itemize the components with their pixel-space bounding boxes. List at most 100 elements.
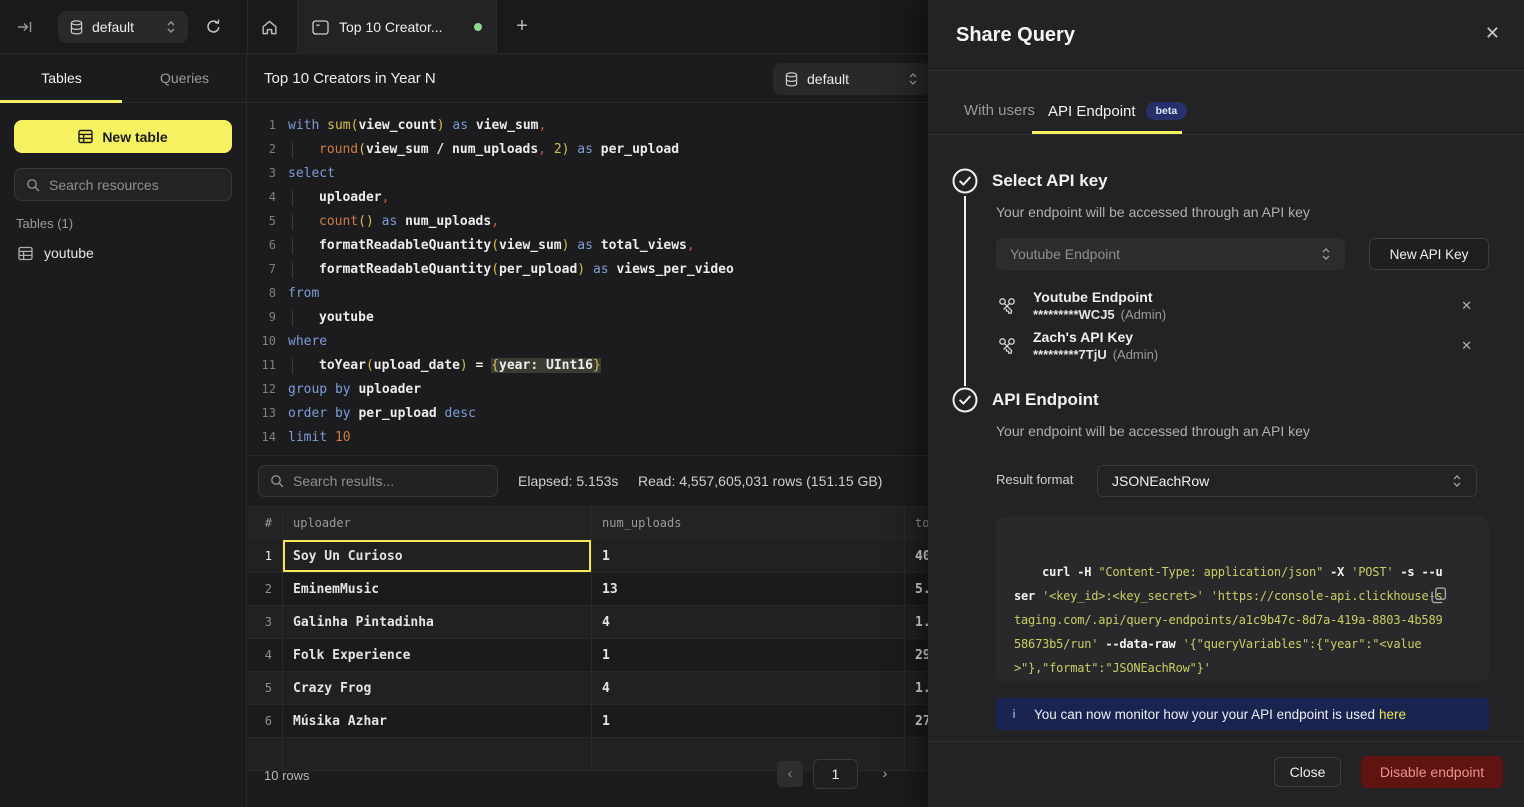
code-line[interactable]: 6formatReadableQuantity(view_sum) as tot… (248, 233, 928, 257)
tab-tables[interactable]: Tables (0, 54, 123, 102)
code-line[interactable]: 11toYear(upload_date) = {year: UInt16} (248, 353, 928, 377)
divider (928, 741, 1524, 742)
column-header[interactable]: uploader (283, 507, 592, 539)
code-line[interactable]: 8from (248, 281, 928, 305)
code-line[interactable]: 12group by uploader (248, 377, 928, 401)
code-line[interactable]: 1with sum(view_count) as view_sum, (248, 113, 928, 137)
table-cell[interactable]: 5.1 (905, 573, 928, 605)
remove-key-icon[interactable]: ✕ (1453, 334, 1480, 358)
table-cell[interactable]: 4 (248, 639, 283, 671)
tab-with-users[interactable]: With users (964, 102, 1035, 119)
table-cell[interactable]: 1 (592, 540, 905, 572)
code-text: uploader, (276, 190, 389, 205)
column-header[interactable]: num_uploads (592, 507, 905, 539)
column-header[interactable]: # (248, 507, 283, 539)
line-number: 10 (248, 334, 276, 348)
table-cell[interactable]: Músika Azhar (283, 705, 592, 737)
curl-command: curl -H "Content-Type: application/json"… (1014, 565, 1443, 675)
table-cell[interactable]: 274 (905, 705, 928, 737)
table-cell[interactable]: Folk Experience (283, 639, 592, 671)
code-token: uploader (351, 382, 421, 397)
results-search-input[interactable] (293, 473, 486, 489)
table-cell[interactable]: Galinha Pintadinha (283, 606, 592, 638)
table-cell[interactable]: Crazy Frog (283, 672, 592, 704)
table-cell[interactable]: 6 (248, 705, 283, 737)
table-header-row: #uploadernum_uploadstotal_views (248, 506, 928, 540)
new-api-key-button[interactable]: New API Key (1369, 238, 1489, 270)
code-token: ( (491, 238, 499, 253)
remove-key-icon[interactable]: ✕ (1453, 294, 1480, 318)
elapsed-stat: Elapsed: 5.153s (518, 473, 618, 489)
table-cell[interactable]: 13 (592, 573, 905, 605)
sidebar-item-youtube[interactable]: youtube (8, 238, 238, 268)
sql-editor[interactable]: 1with sum(view_count) as view_sum,2round… (248, 113, 928, 449)
table-cell[interactable]: 4 (592, 672, 905, 704)
tab-api-endpoint[interactable]: API Endpoint beta (1048, 102, 1187, 120)
active-tab-indicator (0, 100, 122, 103)
curl-token: "Content-Type: application/json" (1098, 565, 1323, 579)
key-info: Youtube Endpoint*********WCJ5(Admin) (1033, 288, 1166, 324)
code-token: per_upload (499, 262, 577, 277)
home-icon[interactable] (260, 18, 279, 37)
banner-link[interactable]: here (1379, 707, 1406, 722)
column-header[interactable]: total_views (905, 507, 928, 539)
line-number: 9 (248, 310, 276, 324)
table-cell[interactable]: 2 (248, 573, 283, 605)
disable-endpoint-button[interactable]: Disable endpoint (1361, 756, 1503, 788)
code-line[interactable]: 14limit 10 (248, 425, 928, 449)
code-line[interactable]: 4uploader, (248, 185, 928, 209)
query-database-selector[interactable]: default (773, 63, 928, 95)
resource-search[interactable] (14, 168, 232, 201)
code-line[interactable]: 2round(view_sum / num_uploads, 2) as per… (248, 137, 928, 161)
read-stat: Read: 4,557,605,031 rows (151.15 GB) (638, 473, 882, 489)
code-token: ) (460, 358, 468, 373)
code-line[interactable]: 10where (248, 329, 928, 353)
previous-page-button[interactable]: ‹ (777, 761, 803, 787)
table-cell[interactable]: 1.4 (905, 606, 928, 638)
collapse-sidebar-icon[interactable] (16, 20, 34, 34)
code-line[interactable]: 7formatReadableQuantity(per_upload) as v… (248, 257, 928, 281)
code-line[interactable]: 9youtube (248, 305, 928, 329)
database-selector[interactable]: default (58, 11, 188, 43)
search-icon (26, 178, 40, 192)
table-cell[interactable]: EminemMusic (283, 573, 592, 605)
code-line[interactable]: 5count() as num_uploads, (248, 209, 928, 233)
results-table: #uploadernum_uploadstotal_views1Soy Un C… (248, 506, 928, 746)
next-page-button[interactable]: › (872, 761, 898, 787)
code-token: { (491, 358, 499, 373)
step-check-icon (952, 168, 978, 194)
close-button[interactable]: Close (1274, 757, 1341, 787)
page-number-input[interactable] (814, 760, 857, 788)
new-tab-button[interactable]: + (508, 13, 536, 41)
code-text: group by uploader (276, 382, 421, 397)
table-cell[interactable]: 5 (248, 672, 283, 704)
refresh-icon[interactable] (205, 18, 222, 35)
table-cell[interactable]: 1 (592, 705, 905, 737)
code-line[interactable]: 3select (248, 161, 928, 185)
code-line[interactable]: 13order by per_upload desc (248, 401, 928, 425)
curl-token (1204, 589, 1211, 603)
table-cell[interactable]: Soy Un Curioso (283, 540, 592, 572)
tab-queries[interactable]: Queries (123, 54, 246, 102)
table-cell[interactable]: 1 (248, 540, 283, 572)
table-cell[interactable]: 407 (905, 540, 928, 572)
curl-token: --data-raw (1098, 637, 1182, 651)
table-cell[interactable]: 1.1 (905, 672, 928, 704)
resource-search-input[interactable] (49, 177, 220, 193)
result-format-select[interactable]: JSONEachRow (1097, 465, 1477, 497)
close-icon[interactable]: ✕ (1485, 24, 1500, 42)
code-token: views_per_video (616, 262, 733, 277)
new-table-button[interactable]: New table (14, 120, 232, 153)
query-tab[interactable]: Top 10 Creator... (297, 0, 497, 54)
table-cell[interactable]: 3 (248, 606, 283, 638)
code-token: , (538, 142, 554, 157)
banner-text: You can now monitor how your your API en… (1034, 707, 1406, 722)
copy-icon[interactable] (1431, 539, 1473, 652)
table-cell[interactable]: 4 (592, 606, 905, 638)
table-cell[interactable]: 1 (592, 639, 905, 671)
results-search[interactable] (258, 465, 498, 497)
table-cell[interactable]: 294 (905, 639, 928, 671)
api-key-select-value: Youtube Endpoint (1010, 246, 1321, 262)
query-workspace: Top 10 Creators in Year N default 1with … (248, 54, 928, 807)
api-key-select[interactable]: Youtube Endpoint (996, 238, 1345, 270)
